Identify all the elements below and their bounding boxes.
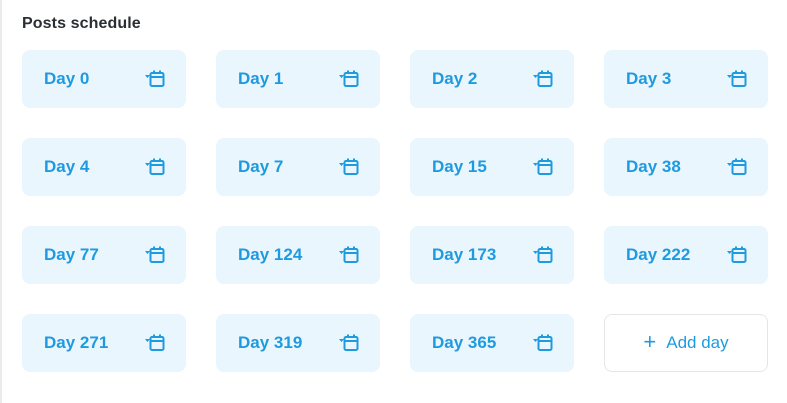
calendar-icon[interactable] [144, 245, 166, 265]
calendar-icon[interactable] [144, 333, 166, 353]
day-label: Day 15 [432, 157, 487, 176]
calendar-icon[interactable] [338, 69, 360, 89]
calendar-icon[interactable] [532, 69, 554, 89]
day-label: Day 3 [626, 69, 672, 88]
day-label: Day 77 [44, 245, 99, 264]
day-card[interactable]: Day 0 [22, 50, 186, 108]
day-label: Day 4 [44, 157, 90, 176]
calendar-icon[interactable] [532, 157, 554, 177]
day-card[interactable]: Day 271 [22, 314, 186, 372]
day-card[interactable]: Day 77 [22, 226, 186, 284]
day-label: Day 38 [626, 157, 681, 176]
calendar-icon[interactable] [726, 245, 748, 265]
add-day-label: Add day [666, 333, 729, 352]
day-label: Day 222 [626, 245, 691, 264]
calendar-icon[interactable] [144, 157, 166, 177]
day-card[interactable]: Day 2 [410, 50, 574, 108]
day-label: Day 173 [432, 245, 497, 264]
day-label: Day 271 [44, 333, 109, 352]
left-divider [0, 0, 2, 403]
plus-icon: + [643, 329, 657, 354]
day-card[interactable]: Day 222 [604, 226, 768, 284]
posts-schedule-page: Posts schedule Day 0 Day 1 Day 2 Day 3 D… [0, 0, 787, 403]
calendar-icon[interactable] [338, 245, 360, 265]
day-card[interactable]: Day 3 [604, 50, 768, 108]
calendar-icon[interactable] [144, 69, 166, 89]
day-card[interactable]: Day 124 [216, 226, 380, 284]
day-card[interactable]: Day 319 [216, 314, 380, 372]
day-card[interactable]: Day 38 [604, 138, 768, 196]
add-day-button[interactable]: + Add day [604, 314, 768, 372]
day-label: Day 1 [238, 69, 284, 88]
day-label: Day 2 [432, 69, 478, 88]
day-card[interactable]: Day 173 [410, 226, 574, 284]
calendar-icon[interactable] [532, 245, 554, 265]
day-card[interactable]: Day 4 [22, 138, 186, 196]
day-card[interactable]: Day 1 [216, 50, 380, 108]
day-card[interactable]: Day 365 [410, 314, 574, 372]
section-title: Posts schedule [22, 15, 141, 32]
day-label: Day 7 [238, 157, 284, 176]
calendar-icon[interactable] [726, 69, 748, 89]
day-card[interactable]: Day 15 [410, 138, 574, 196]
day-label: Day 124 [238, 245, 303, 264]
day-label: Day 0 [44, 69, 90, 88]
day-card[interactable]: Day 7 [216, 138, 380, 196]
calendar-icon[interactable] [338, 333, 360, 353]
calendar-icon[interactable] [338, 157, 360, 177]
day-grid: Day 0 Day 1 Day 2 Day 3 Day 4 Day 7 Day … [22, 50, 768, 372]
day-label: Day 365 [432, 333, 497, 352]
day-label: Day 319 [238, 333, 303, 352]
calendar-icon[interactable] [726, 157, 748, 177]
calendar-icon[interactable] [532, 333, 554, 353]
